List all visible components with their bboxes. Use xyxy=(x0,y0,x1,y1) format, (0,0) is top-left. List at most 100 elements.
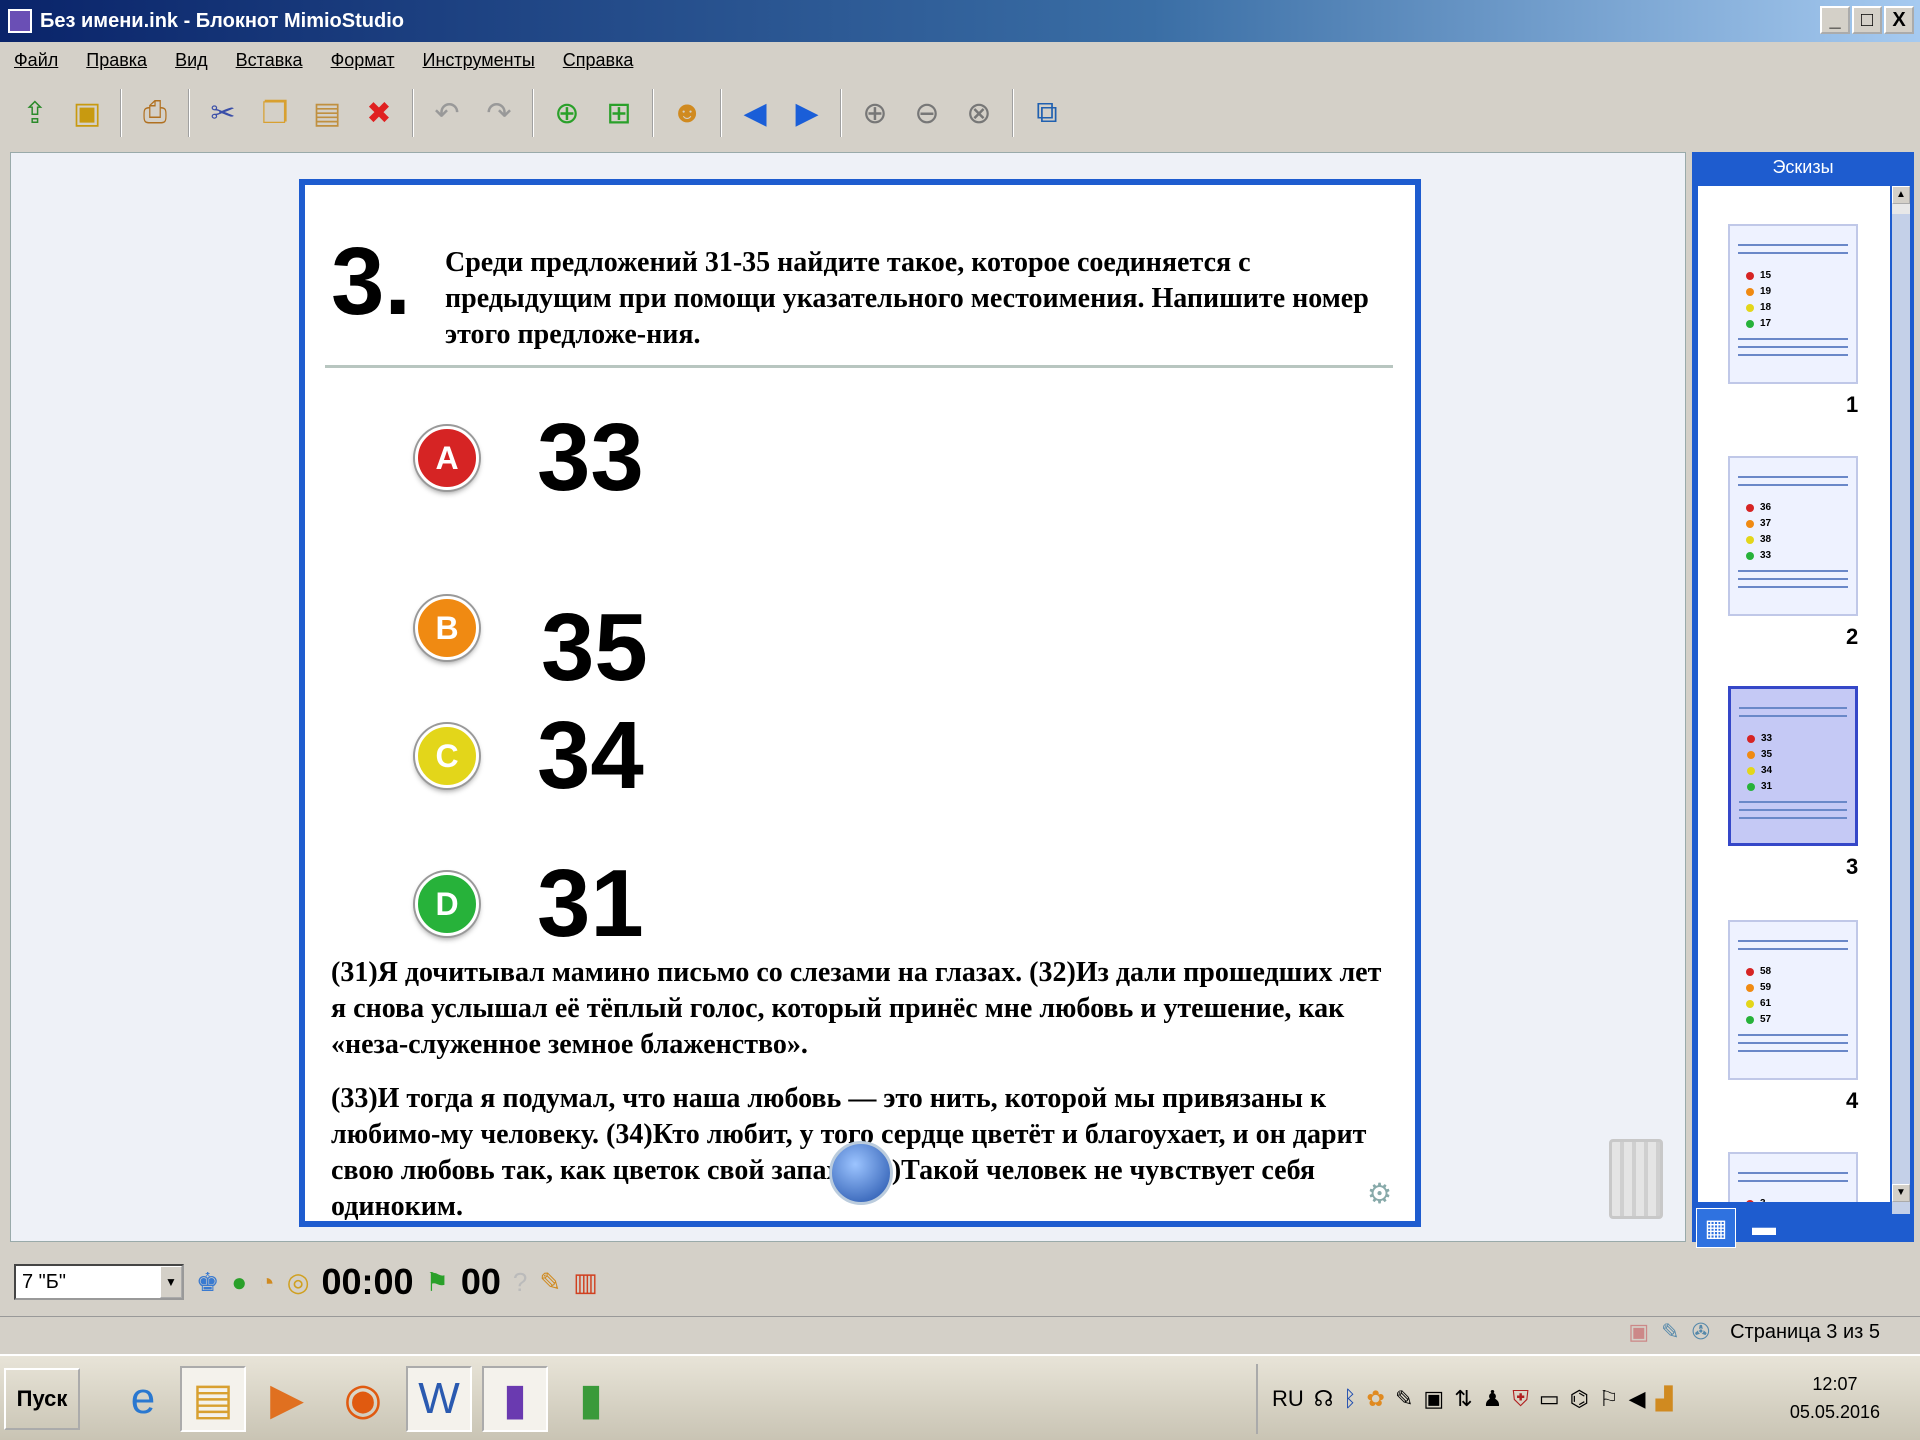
menu-insert[interactable]: Вставка xyxy=(236,50,303,71)
grade-icon[interactable]: ✎ xyxy=(539,1267,561,1298)
delete-icon[interactable]: ✖ xyxy=(356,88,402,138)
thumbnail-page-2[interactable]: 36 37 38 33 xyxy=(1728,456,1858,616)
tray-window-icon[interactable]: ▭ xyxy=(1539,1386,1560,1412)
option-c-bubble[interactable]: C xyxy=(415,724,479,788)
question-number: 3. xyxy=(331,228,412,335)
tray-sync-icon[interactable]: ☊ xyxy=(1314,1386,1334,1412)
menu-tools[interactable]: Инструменты xyxy=(423,50,535,71)
tray-flower-icon[interactable]: ✿ xyxy=(1367,1386,1385,1412)
menu-view[interactable]: Вид xyxy=(175,50,208,71)
option-d[interactable]: D 31 xyxy=(415,849,644,959)
save-icon[interactable]: ▣ xyxy=(64,88,110,138)
students-icon[interactable]: ♚ xyxy=(196,1267,219,1298)
scroll-track[interactable] xyxy=(1892,214,1910,1214)
toolbar-separator xyxy=(1012,89,1014,137)
scroll-down-icon[interactable]: ▼ xyxy=(1892,1184,1910,1202)
print-icon[interactable]: ⎙ xyxy=(132,88,178,138)
tray-people-icon[interactable]: ♟ xyxy=(1483,1386,1503,1412)
duplicate-page-icon[interactable]: ⊞ xyxy=(596,88,642,138)
canvas-workspace[interactable]: 3. Среди предложений 31-35 найдите такое… xyxy=(10,152,1686,1242)
signal-icon[interactable]: ▟ xyxy=(1656,1386,1673,1412)
zoom-in-icon[interactable]: ⊕ xyxy=(852,88,898,138)
forward-icon[interactable]: ▶ xyxy=(784,88,830,138)
start-button[interactable]: Пуск xyxy=(4,1368,80,1430)
toolbar-separator xyxy=(652,89,654,137)
new-page-icon[interactable]: ⊕ xyxy=(544,88,590,138)
thumbnails-view-icon[interactable]: ▦ xyxy=(1696,1208,1736,1248)
status-bar: ▣ ✎ ✇ Страница 3 из 5 xyxy=(0,1316,1920,1350)
language-indicator[interactable]: RU xyxy=(1272,1386,1304,1412)
thumbnails-list[interactable]: 15 19 18 17 1 36 37 38 33 2 33 35 34 31 … xyxy=(1698,186,1890,1202)
tray-app-icon[interactable]: ▣ xyxy=(1423,1386,1444,1412)
class-select-value: 7 "Б" xyxy=(22,1270,67,1293)
toolbar-separator xyxy=(412,89,414,137)
bluetooth-icon[interactable]: ᛒ xyxy=(1343,1386,1356,1412)
clock[interactable]: 12:07 05.05.2016 xyxy=(1790,1370,1880,1426)
undo-icon[interactable]: ↶ xyxy=(424,88,470,138)
firefox-icon[interactable]: ◉ xyxy=(330,1366,396,1432)
menu-edit[interactable]: Правка xyxy=(86,50,147,71)
zoom-fit-icon[interactable]: ⊗ xyxy=(956,88,1002,138)
thumbnail-page-1[interactable]: 15 19 18 17 xyxy=(1728,224,1858,384)
scroll-up-icon[interactable]: ▲ xyxy=(1892,186,1910,204)
file-explorer-icon[interactable]: ▤ xyxy=(180,1366,246,1432)
help-icon[interactable]: ? xyxy=(513,1267,527,1298)
option-c[interactable]: C 34 xyxy=(415,701,644,811)
menu-format[interactable]: Формат xyxy=(331,50,395,71)
cut-icon[interactable]: ✂ xyxy=(200,88,246,138)
word-icon[interactable]: W xyxy=(406,1366,472,1432)
mimio-green-icon[interactable]: ▮ xyxy=(558,1366,624,1432)
class-select[interactable]: 7 "Б" ▼ xyxy=(14,1264,184,1300)
option-d-bubble[interactable]: D xyxy=(415,872,479,936)
presentation-icon[interactable]: ⧉ xyxy=(1024,88,1070,138)
mimio-notebook-icon[interactable]: ▮ xyxy=(482,1366,548,1432)
usb-icon[interactable]: ⌬ xyxy=(1570,1386,1589,1412)
copy-icon[interactable]: ❐ xyxy=(252,88,298,138)
results-icon[interactable]: ◔ xyxy=(259,1267,275,1298)
thumbnail-page-4[interactable]: 58 59 61 57 xyxy=(1728,920,1858,1080)
maximize-button[interactable]: □ xyxy=(1852,6,1882,34)
thumbnail-page-5[interactable]: 3 xyxy=(1728,1152,1858,1202)
folder-view-icon[interactable]: ▬ xyxy=(1744,1208,1784,1248)
pin-icon[interactable] xyxy=(829,1141,893,1205)
zoom-out-icon[interactable]: ⊖ xyxy=(904,88,950,138)
toolbar-separator xyxy=(532,89,534,137)
paste-icon[interactable]: ▤ xyxy=(304,88,350,138)
menu-file[interactable]: Файл xyxy=(14,50,58,71)
start-vote-icon[interactable]: ● xyxy=(231,1267,247,1298)
volume-icon[interactable]: ◀ xyxy=(1629,1386,1646,1412)
trash-icon[interactable] xyxy=(1609,1139,1663,1219)
option-a[interactable]: A 33 xyxy=(415,403,644,513)
thumbnails-scrollbar[interactable]: ▲ ▼ xyxy=(1892,186,1910,1214)
collaboration-icon[interactable]: ☻ xyxy=(664,88,710,138)
slide-page[interactable]: 3. Среди предложений 31-35 найдите такое… xyxy=(299,179,1421,1227)
minimize-button[interactable]: _ xyxy=(1820,6,1850,34)
flag-tray-icon[interactable]: ⚐ xyxy=(1599,1386,1619,1412)
tray-network-icon[interactable]: ⇅ xyxy=(1454,1386,1472,1412)
tray-pen-icon[interactable]: ✎ xyxy=(1395,1386,1413,1412)
back-icon[interactable]: ◀ xyxy=(732,88,778,138)
option-a-bubble[interactable]: A xyxy=(415,426,479,490)
tools-icon[interactable]: ✇ xyxy=(1692,1319,1710,1345)
open-icon[interactable]: ⇪ xyxy=(12,88,58,138)
option-b[interactable]: B 35 xyxy=(415,553,648,703)
internet-explorer-icon[interactable]: e xyxy=(110,1366,176,1432)
menu-bar: Файл Правка Вид Вставка Формат Инструмен… xyxy=(0,42,1920,78)
timer-value: 00:00 xyxy=(321,1261,414,1302)
media-player-icon[interactable]: ▶ xyxy=(254,1366,320,1432)
notes-icon[interactable]: ▣ xyxy=(1628,1319,1649,1345)
menu-help[interactable]: Справка xyxy=(563,50,634,71)
close-button[interactable]: X xyxy=(1884,6,1914,34)
thumbnails-panel: Эскизы 15 19 18 17 1 36 37 38 33 2 33 35… xyxy=(1692,152,1914,1248)
gear-icon[interactable]: ⚙ xyxy=(1367,1177,1392,1210)
start-label: Пуск xyxy=(16,1386,68,1411)
antivirus-icon[interactable]: ⛨ xyxy=(1512,1386,1529,1412)
report-icon[interactable]: ▥ xyxy=(573,1267,598,1298)
pen-icon[interactable]: ✎ xyxy=(1661,1319,1679,1345)
option-b-bubble[interactable]: B xyxy=(415,596,479,660)
thumbnail-number-2: 2 xyxy=(1846,624,1859,649)
chevron-down-icon[interactable]: ▼ xyxy=(160,1266,182,1298)
thumbnail-page-3[interactable]: 33 35 34 31 xyxy=(1728,686,1858,846)
redo-icon[interactable]: ↷ xyxy=(476,88,522,138)
clock-date: 05.05.2016 xyxy=(1789,1402,1880,1422)
